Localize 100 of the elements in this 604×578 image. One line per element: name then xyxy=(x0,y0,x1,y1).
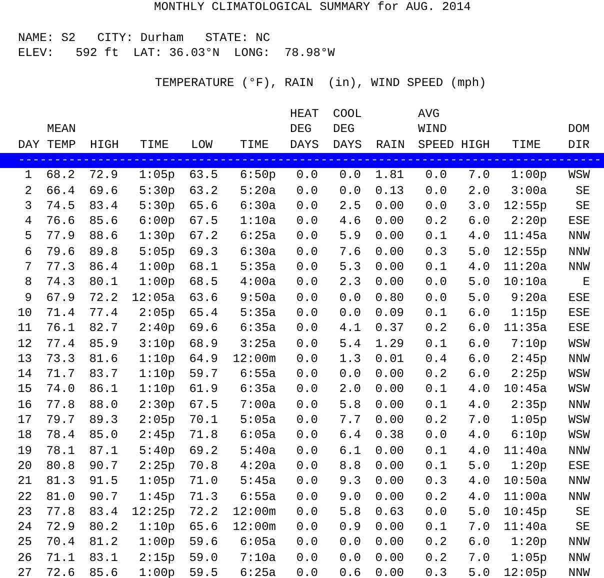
table-cell: 0.37 xyxy=(375,321,404,337)
table-cell: 68.9 xyxy=(189,336,218,352)
table-cell: 0.00 xyxy=(375,275,404,291)
table-cell: 5.9 xyxy=(339,229,361,245)
table-cell: 74.0 xyxy=(46,382,75,398)
table-cell: 0.0 xyxy=(296,198,318,214)
column-header: TIME xyxy=(140,138,169,153)
table-cell: 0.0 xyxy=(296,321,318,337)
table-cell: 90.7 xyxy=(89,458,118,474)
table-cell: 0.0 xyxy=(296,168,318,184)
table-cell: 13 xyxy=(18,352,32,368)
table-cell: 2.0 xyxy=(468,184,490,199)
table-cell: 0.0 xyxy=(296,428,318,444)
table-cell: ESE xyxy=(568,214,590,230)
table-cell: 0.0 xyxy=(296,474,318,490)
table-cell: 77.4 xyxy=(46,336,75,352)
table-cell: 1:00p xyxy=(510,168,547,184)
table-cell: 0.00 xyxy=(375,490,404,505)
table-cell: 0.0 xyxy=(425,428,447,444)
table-cell: 7.0 xyxy=(468,168,490,184)
table-cell: 0.09 xyxy=(375,306,404,322)
table-cell: 24 xyxy=(18,520,32,536)
table-cell: 81.0 xyxy=(46,490,75,505)
table-cell: 0.0 xyxy=(296,275,318,291)
table-cell: 12:05p xyxy=(504,566,547,578)
table-cell: 89.8 xyxy=(89,244,118,260)
table-cell: 9 xyxy=(24,290,32,306)
table-cell: 74.5 xyxy=(46,198,75,214)
table-cell: 0.0 xyxy=(296,229,318,245)
table-cell: 65.6 xyxy=(189,198,218,214)
table-cell: 0.1 xyxy=(425,336,447,352)
table-cell: 72.2 xyxy=(189,504,218,520)
table-cell: 0.00 xyxy=(375,214,404,230)
table-cell: 17 xyxy=(18,413,32,428)
table-cell: 0.0 xyxy=(296,520,318,536)
table-cell: 7.0 xyxy=(468,520,490,536)
table-cell: 68.1 xyxy=(189,260,218,276)
column-header: DAY xyxy=(18,138,40,153)
table-cell: 12:25p xyxy=(132,504,175,520)
table-cell: 73.3 xyxy=(46,352,75,368)
table-cell: 7.0 xyxy=(468,550,490,566)
table-cell: 0.9 xyxy=(339,520,361,536)
table-cell: 0.3 xyxy=(425,474,447,490)
table-cell: 1 xyxy=(24,168,32,184)
table-cell: 7.0 xyxy=(468,413,490,428)
table-cell: 0.2 xyxy=(425,367,447,382)
table-cell: 77.4 xyxy=(89,306,118,322)
table-cell: 85.0 xyxy=(89,428,118,444)
table-cell: 23 xyxy=(18,504,32,520)
table-cell: 6:30a xyxy=(240,244,276,260)
table-cell: 5:05p xyxy=(138,244,175,260)
table-cell: 71.3 xyxy=(189,490,218,505)
table-cell: 5.0 xyxy=(468,290,490,306)
table-cell: NNW xyxy=(568,535,590,551)
table-cell: 2:25p xyxy=(510,367,547,382)
table-cell: 1:45p xyxy=(138,490,175,505)
table-cell: 77.8 xyxy=(46,398,75,414)
table-cell: WSW xyxy=(568,168,590,184)
table-cell: 59.0 xyxy=(189,550,218,566)
table-cell: WSW xyxy=(568,382,590,398)
table-cell: 0.0 xyxy=(296,352,318,368)
table-cell: 1:00p xyxy=(138,566,175,578)
table-cell: 70.8 xyxy=(189,458,218,474)
table-cell: 6.0 xyxy=(468,367,490,382)
table-cell: 11:40a xyxy=(504,520,547,536)
table-cell: 6:55a xyxy=(240,490,276,505)
table-cell: 5:30p xyxy=(138,198,175,214)
table-cell: 0.0 xyxy=(296,458,318,474)
table-cell: 10 xyxy=(18,306,32,322)
table-cell: 4 xyxy=(24,214,32,230)
table-cell: 1.29 xyxy=(375,336,404,352)
table-cell: 4.0 xyxy=(468,260,490,276)
table-cell: 1:05p xyxy=(510,413,547,428)
table-cell: 0.1 xyxy=(425,458,447,474)
column-header: HIGH xyxy=(90,138,119,153)
table-cell: 0.2 xyxy=(425,321,447,337)
table-cell: 63.6 xyxy=(189,290,218,306)
table-cell: 6.0 xyxy=(468,306,490,322)
table-cell: 6:05a xyxy=(240,428,276,444)
table-cell: 85.6 xyxy=(89,566,118,578)
table-cell: 2:25p xyxy=(138,458,175,474)
table-cell: NNW xyxy=(568,550,590,566)
table-cell: 0.0 xyxy=(296,367,318,382)
table-cell: 4:20a xyxy=(240,458,276,474)
table-cell: 0.0 xyxy=(296,382,318,398)
table-cell: 77.8 xyxy=(46,504,75,520)
table-cell: 71.4 xyxy=(46,306,75,322)
table-cell: 4.0 xyxy=(468,444,490,459)
table-cell: 0.4 xyxy=(425,352,447,368)
table-cell: 0.1 xyxy=(425,229,447,245)
table-cell: 9.0 xyxy=(339,490,361,505)
table-cell: 7 xyxy=(24,260,32,276)
table-cell: 12:00m xyxy=(232,504,276,520)
table-cell: 0.0 xyxy=(425,168,447,184)
table-cell: 91.5 xyxy=(89,474,118,490)
table-cell: NNW xyxy=(568,244,590,260)
table-cell: 26 xyxy=(18,550,32,566)
table-cell: 59.7 xyxy=(189,367,218,382)
table-cell: 2.3 xyxy=(339,275,361,291)
table-cell: 6 xyxy=(24,244,32,260)
